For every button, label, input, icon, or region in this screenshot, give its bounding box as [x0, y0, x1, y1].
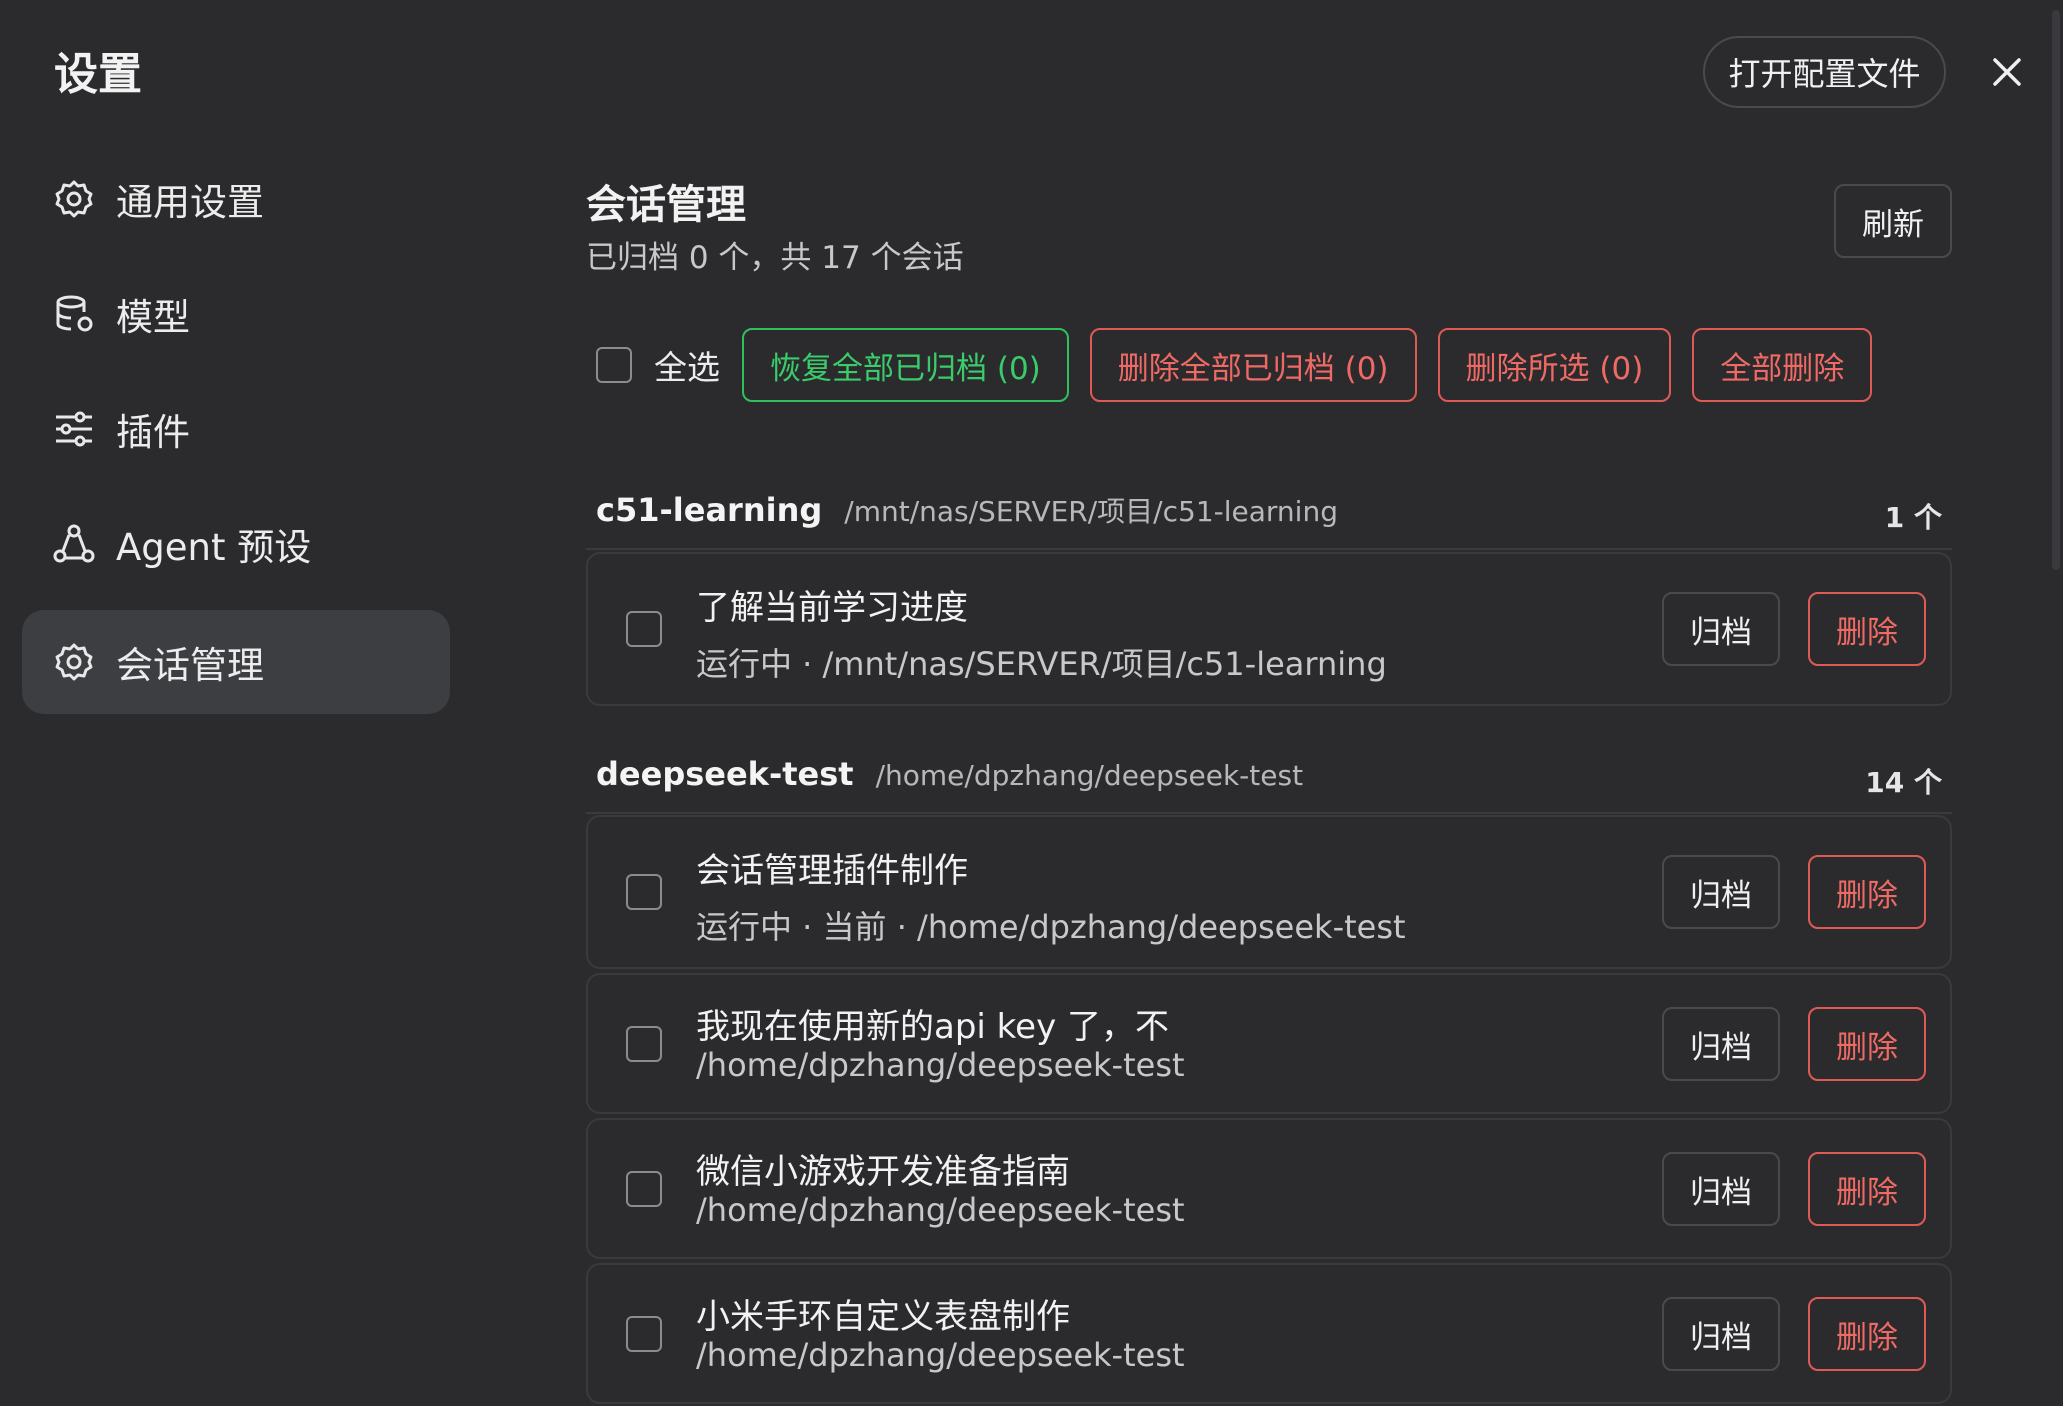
sidebar-item-agent-presets[interactable]: Agent 预设	[22, 492, 450, 596]
archive-button[interactable]: 归档	[1662, 1297, 1780, 1371]
delete-all-archived-button[interactable]: 删除全部已归档 (0)	[1089, 328, 1417, 402]
gear-icon	[52, 177, 96, 221]
dialog-title: 设置	[54, 49, 142, 100]
delete-selected-button[interactable]: 删除所选 (0)	[1437, 328, 1672, 402]
sliders-icon	[52, 407, 96, 451]
group-header: deepseek-test /home/dpzhang/deepseek-tes…	[596, 755, 1946, 811]
restore-all-archived-button[interactable]: 恢复全部已归档 (0)	[742, 328, 1069, 402]
select-all-checkbox[interactable]	[596, 347, 632, 383]
divider	[586, 812, 1952, 814]
session-title: 会话管理插件制作	[696, 851, 968, 891]
archive-button[interactable]: 归档	[1662, 592, 1780, 666]
gear-icon	[52, 640, 96, 684]
session-title: 我现在使用新的api key 了，不	[696, 1007, 1169, 1047]
session-subtitle: /home/dpzhang/deepseek-test	[696, 1046, 1185, 1084]
select-all-label: 全选	[654, 348, 720, 387]
sidebar-item-label: 模型	[116, 296, 190, 339]
sidebar-item-label: Agent 预设	[116, 526, 312, 569]
session-row[interactable]: 微信小游戏开发准备指南 /home/dpzhang/deepseek-test …	[586, 1118, 1952, 1259]
sidebar-item-general[interactable]: 通用设置	[22, 147, 450, 251]
delete-button[interactable]: 删除	[1808, 855, 1926, 929]
bulk-toolbar: 全选 恢复全部已归档 (0) 删除全部已归档 (0) 删除所选 (0) 全部删除	[596, 327, 1893, 403]
archive-button[interactable]: 归档	[1662, 1007, 1780, 1081]
delete-button[interactable]: 删除	[1808, 1007, 1926, 1081]
sidebar-item-plugins[interactable]: 插件	[22, 377, 450, 481]
group-count: 14 个	[1865, 766, 1942, 799]
sidebar-item-models[interactable]: 模型	[22, 262, 450, 366]
sidebar-item-label: 插件	[116, 411, 190, 454]
delete-button[interactable]: 删除	[1808, 592, 1926, 666]
session-title: 微信小游戏开发准备指南	[696, 1152, 1070, 1192]
archive-button[interactable]: 归档	[1662, 855, 1780, 929]
session-row[interactable]: 了解当前学习进度 运行中 · /mnt/nas/SERVER/项目/c51-le…	[586, 552, 1952, 706]
session-row[interactable]: 我现在使用新的api key 了，不 /home/dpzhang/deepsee…	[586, 973, 1952, 1114]
delete-button[interactable]: 删除	[1808, 1297, 1926, 1371]
sidebar-item-label: 通用设置	[116, 181, 264, 224]
page-title: 会话管理	[586, 182, 746, 228]
close-icon[interactable]	[1985, 50, 2029, 94]
session-subtitle: /home/dpzhang/deepseek-test	[696, 1191, 1185, 1229]
refresh-button[interactable]: 刷新	[1834, 184, 1952, 258]
session-checkbox[interactable]	[626, 874, 662, 910]
session-row[interactable]: 小米手环自定义表盘制作 /home/dpzhang/deepseek-test …	[586, 1263, 1952, 1404]
delete-all-button[interactable]: 全部删除	[1692, 328, 1873, 402]
database-gear-icon	[52, 292, 96, 336]
session-subtitle: 运行中 · 当前 · /home/dpzhang/deepseek-test	[696, 908, 1406, 946]
session-checkbox[interactable]	[626, 611, 662, 647]
group-path: /mnt/nas/SERVER/项目/c51-learning	[844, 495, 1338, 528]
group-header: c51-learning /mnt/nas/SERVER/项目/c51-lear…	[596, 490, 1946, 546]
scrollbar[interactable]	[2052, 10, 2060, 570]
group-name: c51-learning	[596, 491, 823, 529]
settings-dialog: 设置 打开配置文件 通用设置 模型 插件 Agent 预设 会话管理 会话管理 …	[0, 0, 2063, 1406]
sidebar-item-label: 会话管理	[116, 644, 264, 687]
session-checkbox[interactable]	[626, 1171, 662, 1207]
sidebar-item-sessions[interactable]: 会话管理	[22, 610, 450, 714]
group-name: deepseek-test	[596, 755, 854, 793]
agent-icon	[52, 522, 96, 566]
session-checkbox[interactable]	[626, 1316, 662, 1352]
delete-button[interactable]: 删除	[1808, 1152, 1926, 1226]
group-count: 1 个	[1884, 501, 1942, 534]
session-subtitle: 运行中 · /mnt/nas/SERVER/项目/c51-learning	[696, 645, 1387, 683]
session-title: 小米手环自定义表盘制作	[696, 1297, 1070, 1337]
archive-button[interactable]: 归档	[1662, 1152, 1780, 1226]
group-path: /home/dpzhang/deepseek-test	[875, 759, 1304, 792]
open-config-button[interactable]: 打开配置文件	[1703, 36, 1946, 108]
divider	[586, 548, 1952, 550]
session-subtitle: /home/dpzhang/deepseek-test	[696, 1336, 1185, 1374]
session-summary: 已归档 0 个，共 17 个会话	[586, 240, 964, 276]
session-row[interactable]: 会话管理插件制作 运行中 · 当前 · /home/dpzhang/deepse…	[586, 815, 1952, 969]
session-title: 了解当前学习进度	[696, 588, 968, 628]
session-checkbox[interactable]	[626, 1026, 662, 1062]
